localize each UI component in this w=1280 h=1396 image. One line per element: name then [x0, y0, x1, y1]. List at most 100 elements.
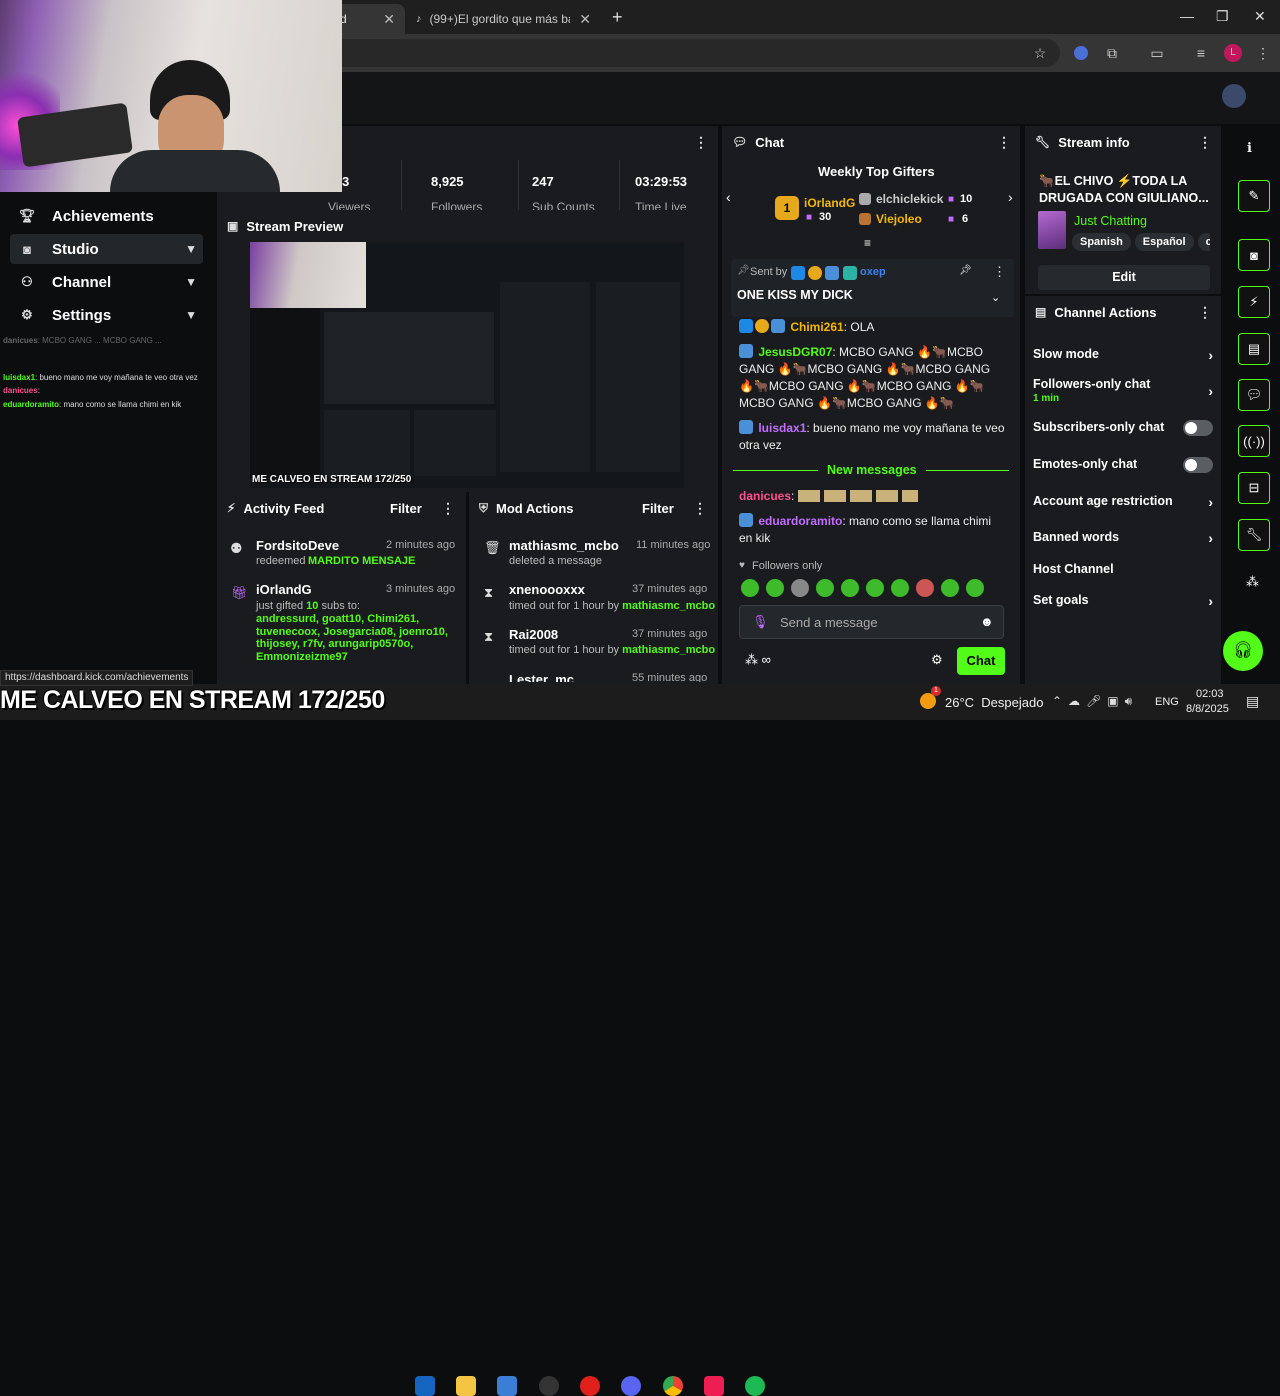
opera-icon[interactable]	[580, 1376, 600, 1396]
tag[interactable]: col	[1197, 233, 1210, 251]
outlook-icon[interactable]	[415, 1376, 435, 1396]
emote-icon[interactable]	[766, 579, 784, 597]
gifter-name[interactable]: elchiclekick	[876, 192, 943, 206]
mod-user[interactable]: Rai2008	[509, 627, 558, 642]
category-link[interactable]: Just Chatting	[1074, 214, 1147, 228]
collapse-icon[interactable]: ≡	[864, 236, 871, 250]
browser-tab-tiktok[interactable]: ♪ (99+)El gordito que más baila ✕	[406, 4, 601, 34]
rail-notes-icon[interactable]: ▤	[1238, 333, 1270, 365]
subscribers-only-toggle[interactable]	[1183, 420, 1213, 436]
clock-date[interactable]: 8/8/2025	[1186, 703, 1229, 715]
kebab-menu-icon[interactable]: ⋮	[993, 264, 1006, 280]
edit-button[interactable]: Edit	[1038, 265, 1210, 290]
rail-layout-icon[interactable]: ⊟	[1238, 472, 1270, 504]
rail-nodes-icon[interactable]: ⁂	[1246, 574, 1259, 590]
file-explorer-icon[interactable]	[456, 1376, 476, 1396]
browser-menu-icon[interactable]: ⋮	[1252, 42, 1274, 64]
user-avatar[interactable]	[1222, 84, 1246, 108]
rail-broadcast-icon[interactable]: ((·))	[1238, 425, 1270, 457]
emote-icon[interactable]	[866, 579, 884, 597]
kebab-menu-icon[interactable]: ⋮	[997, 134, 1011, 151]
emote-icon[interactable]	[966, 579, 984, 597]
gifter-name[interactable]: iOrlandG	[804, 196, 855, 210]
support-button[interactable]: 🎧︎	[1223, 631, 1263, 671]
tag[interactable]: Español	[1134, 233, 1194, 251]
extensions-icon[interactable]: ⧉	[1101, 42, 1123, 64]
close-tab-icon[interactable]: ✕	[579, 11, 591, 28]
action-followers-only[interactable]: Followers-only chat ›	[1033, 377, 1213, 399]
action-slow-mode[interactable]: Slow mode ›	[1033, 347, 1213, 363]
sidebar-item-settings[interactable]: ⚙ Settings ▼	[10, 300, 203, 330]
kebab-menu-icon[interactable]: ⋮	[694, 134, 708, 151]
action-account-age[interactable]: Account age restriction ›	[1033, 494, 1213, 510]
star-icon[interactable]: ☆	[1029, 42, 1051, 64]
chrome-icon[interactable]	[663, 1376, 683, 1396]
kebab-menu-icon[interactable]: ⋮	[441, 500, 455, 517]
reading-list-icon[interactable]: ≡	[1190, 42, 1212, 64]
rail-studio-icon[interactable]: ◙	[1238, 239, 1270, 271]
chevron-down-icon[interactable]: ⌄	[991, 291, 1000, 304]
activity-user[interactable]: FordsitoDeve	[256, 538, 339, 553]
obs-icon[interactable]	[539, 1376, 559, 1396]
rail-wrench-icon[interactable]: 🔧︎	[1238, 519, 1270, 551]
mod-user[interactable]: mathiasmc_mcbo	[509, 538, 619, 553]
microphone-icon[interactable]: 🎙︎	[752, 614, 769, 630]
close-tab-icon[interactable]: ✕	[383, 11, 395, 28]
rail-edit-icon[interactable]: ✎	[1238, 180, 1270, 212]
sidebar-item-studio[interactable]: ◙ Studio ▼	[10, 234, 203, 264]
store-icon[interactable]	[497, 1376, 517, 1396]
filter-button[interactable]: Filter	[390, 501, 422, 516]
profile-avatar[interactable]: L	[1222, 42, 1244, 64]
send-chat-button[interactable]: Chat	[957, 647, 1005, 675]
spotify-icon[interactable]	[745, 1376, 765, 1396]
tiktok-app-icon[interactable]	[704, 1376, 724, 1396]
emote-icon[interactable]	[941, 579, 959, 597]
mod-user[interactable]: Lester_mc	[509, 672, 574, 682]
emote-icon[interactable]	[916, 579, 934, 597]
new-tab-button[interactable]: +	[612, 7, 623, 28]
action-banned-words[interactable]: Banned words ›	[1033, 530, 1213, 546]
unpin-icon[interactable]: 📌︎	[959, 265, 972, 276]
tray-icons[interactable]: ⌃☁🎤︎▣🔊︎	[1052, 694, 1138, 709]
emoji-icon[interactable]: ☻	[980, 614, 994, 629]
action-subscribers-only[interactable]: Subscribers-only chat	[1033, 420, 1213, 436]
sidebar-item-achievements[interactable]: 🏆︎ Achievements	[10, 201, 203, 231]
notification-icon[interactable]: ▤	[1246, 693, 1259, 710]
kebab-menu-icon[interactable]: ⋮	[1198, 134, 1212, 151]
action-emotes-only[interactable]: Emotes-only chat	[1033, 457, 1213, 473]
rail-lightning-icon[interactable]: ⚡︎	[1238, 286, 1270, 318]
gifter-name[interactable]: Viejoleo	[876, 212, 922, 226]
chat-input[interactable]: 🎙︎ Send a message ☻	[739, 605, 1004, 639]
close-window-icon[interactable]: ✕	[1254, 8, 1266, 25]
kebab-menu-icon[interactable]: ⋮	[693, 500, 707, 517]
emote-icon[interactable]	[741, 579, 759, 597]
cast-icon[interactable]: ▭	[1146, 42, 1168, 64]
sidebar-item-channel[interactable]: ⚇ Channel ▼	[10, 267, 203, 297]
filter-button[interactable]: Filter	[642, 501, 674, 516]
stream-preview-video[interactable]: ME CALVEO EN STREAM 172/250	[250, 242, 684, 488]
maximize-icon[interactable]: ❐	[1216, 8, 1229, 25]
rail-chat-icon[interactable]: 💬︎	[1238, 379, 1270, 411]
action-set-goals[interactable]: Set goals ›	[1033, 593, 1213, 609]
pinned-user[interactable]: oxep	[860, 266, 886, 278]
chat-settings-icon[interactable]: ⚙	[931, 652, 943, 668]
info-icon[interactable]: ℹ	[1247, 140, 1252, 156]
extension-translate-icon[interactable]	[1070, 42, 1092, 64]
emote-icon[interactable]	[816, 579, 834, 597]
activity-user[interactable]: iOrlandG	[256, 582, 312, 597]
weather-text[interactable]: 26°C Despejado	[945, 695, 1043, 710]
action-host-channel[interactable]: Host Channel	[1033, 562, 1213, 576]
emotes-only-toggle[interactable]	[1183, 457, 1213, 473]
emote-icon[interactable]	[891, 579, 909, 597]
minimize-icon[interactable]: —	[1180, 8, 1194, 24]
chevron-left-icon[interactable]: ‹	[726, 189, 731, 205]
emote-icon[interactable]	[841, 579, 859, 597]
chevron-right-icon[interactable]: ›	[1008, 189, 1013, 205]
mod-user[interactable]: xnenoooxxx	[509, 582, 585, 597]
clock-time[interactable]: 02:03	[1196, 688, 1224, 700]
tag[interactable]: Spanish	[1072, 233, 1131, 251]
emote-icon[interactable]	[791, 579, 809, 597]
language-indicator[interactable]: ENG	[1155, 696, 1179, 708]
discord-icon[interactable]	[621, 1376, 641, 1396]
chat-tools-icon[interactable]: ⁂ ∞	[745, 652, 771, 668]
